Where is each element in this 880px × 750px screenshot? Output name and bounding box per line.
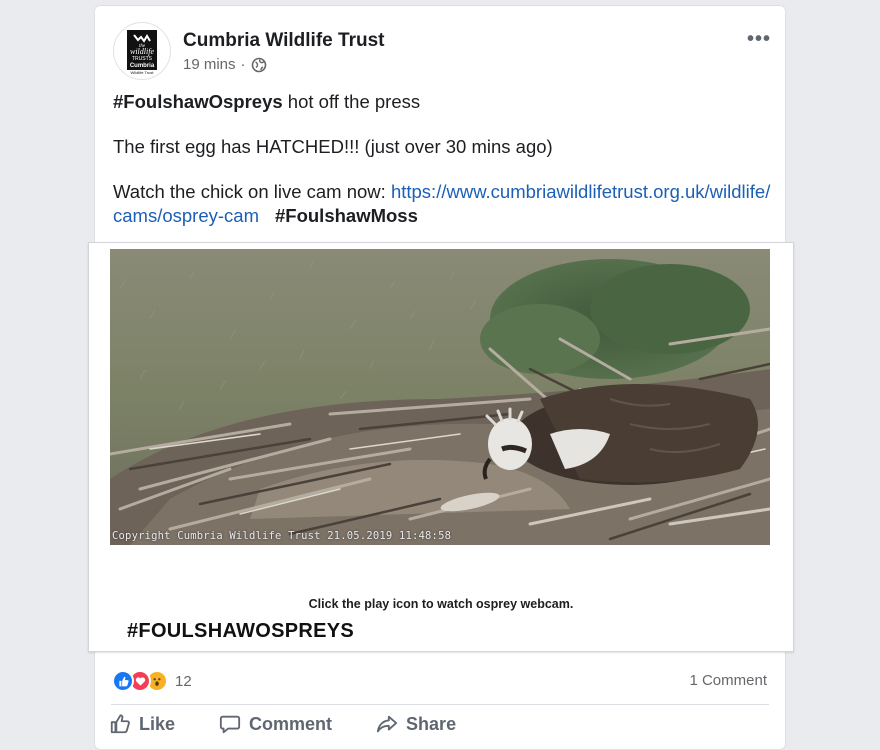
post-meta: 19 mins · bbox=[183, 56, 267, 73]
post-line-3: Watch the chick on live cam now: https:/… bbox=[113, 181, 771, 226]
share-arrow-icon bbox=[376, 713, 398, 735]
share-button[interactable]: Share bbox=[376, 713, 456, 735]
more-options-button[interactable]: ••• bbox=[747, 28, 771, 51]
svg-text:wildlife: wildlife bbox=[130, 47, 154, 56]
post-action-bar: Like Comment Share bbox=[109, 713, 500, 735]
thumbs-up-icon bbox=[109, 713, 131, 735]
meta-separator: · bbox=[240, 56, 246, 73]
page-name-link[interactable]: Cumbria Wildlife Trust bbox=[183, 30, 384, 52]
hashtag-link-2[interactable]: #FoulshawMoss bbox=[275, 205, 418, 226]
like-button[interactable]: Like bbox=[109, 713, 175, 735]
post-card: the wildlife TRUSTS Cumbria Wildlife Tru… bbox=[88, 5, 794, 750]
page-avatar[interactable]: the wildlife TRUSTS Cumbria Wildlife Tru… bbox=[113, 22, 171, 80]
comment-bubble-icon bbox=[219, 713, 241, 735]
globe-icon[interactable] bbox=[251, 57, 267, 73]
svg-text:Cumbria: Cumbria bbox=[130, 63, 155, 69]
post-line-2: The first egg has HATCHED!!! (just over … bbox=[113, 136, 553, 157]
hashtag-link[interactable]: #FoulshawOspreys bbox=[113, 91, 283, 112]
attachment-caption: Click the play icon to watch osprey webc… bbox=[308, 597, 574, 611]
post-timestamp[interactable]: 19 mins bbox=[183, 56, 236, 73]
svg-text:Wildlife Trust: Wildlife Trust bbox=[131, 70, 155, 75]
attachment-hashtag: #FOULSHAWOSPREYS bbox=[127, 620, 355, 642]
like-label: Like bbox=[139, 713, 176, 734]
share-label: Share bbox=[406, 713, 457, 734]
comment-button[interactable]: Comment bbox=[219, 713, 332, 735]
svg-text:TRUSTS: TRUSTS bbox=[132, 56, 153, 62]
like-reaction-icon bbox=[112, 670, 134, 692]
post-message: #FoulshawOspreys hot off the press The f… bbox=[113, 90, 773, 249]
cumbria-wildlife-trust-logo: the wildlife TRUSTS Cumbria Wildlife Tru… bbox=[127, 30, 157, 75]
post-line-1: #FoulshawOspreys hot off the press bbox=[113, 91, 421, 112]
shared-image-attachment[interactable]: Copyright Cumbria Wildlife Trust 21.05.2… bbox=[88, 242, 794, 652]
reaction-count: 12 bbox=[175, 672, 192, 690]
webcam-copyright-overlay: Copyright Cumbria Wildlife Trust 21.05.2… bbox=[112, 530, 452, 542]
comments-count-link[interactable]: 1 Comment bbox=[689, 672, 767, 689]
comment-label: Comment bbox=[249, 713, 333, 734]
action-bar-divider bbox=[111, 704, 769, 705]
reactions-summary[interactable]: 12 bbox=[112, 670, 192, 692]
osprey-nest-photo[interactable]: Copyright Cumbria Wildlife Trust 21.05.2… bbox=[110, 249, 770, 545]
